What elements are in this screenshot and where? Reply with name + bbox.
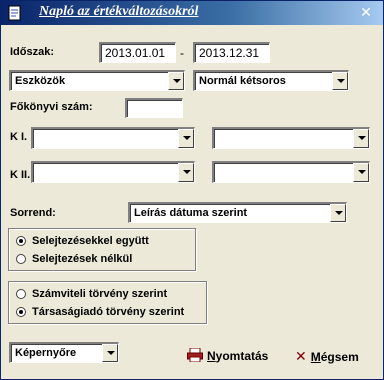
title-bar[interactable]: Napló az értékváltozásokról ✕ xyxy=(1,1,383,25)
chevron-down-icon[interactable] xyxy=(178,129,194,148)
sort-label: Sorrend: xyxy=(10,207,56,219)
print-mnemonic: N xyxy=(207,349,216,363)
period-from-input[interactable]: 2013.01.01 xyxy=(99,42,176,63)
k2-right-select[interactable] xyxy=(212,161,370,183)
disposal-without-label: Selejtezések nélkül xyxy=(32,253,133,266)
accounting-law-radio[interactable]: Számviteli törvény szerint xyxy=(16,288,167,300)
cancel-mnemonic: M xyxy=(310,350,321,364)
period-to-input[interactable]: 2013.12.31 xyxy=(193,42,270,63)
sort-select[interactable]: Leírás dátuma szerint xyxy=(128,202,347,223)
format-value: Normál kétsoros xyxy=(199,75,286,87)
k2-left-select[interactable] xyxy=(31,161,195,183)
disposal-with-label: Selejtezésekkel együtt xyxy=(32,235,149,248)
chevron-down-icon[interactable] xyxy=(330,204,346,222)
print-button[interactable]: Nyomtatás xyxy=(187,347,269,363)
output-select[interactable]: Képernyőre xyxy=(9,342,119,363)
ledger-label: Főkönyvi szám: xyxy=(10,101,93,113)
output-value: Képernyőre xyxy=(15,347,77,359)
disposal-without-radio[interactable]: Selejtezések nélkül xyxy=(16,253,132,265)
radio-checked-icon xyxy=(16,307,26,318)
cancel-button[interactable]: ✕ Mégsem xyxy=(295,348,359,365)
print-label: yomtatás xyxy=(215,349,269,363)
chevron-down-icon[interactable] xyxy=(178,163,194,182)
radio-unchecked-icon xyxy=(16,254,26,265)
sort-value: Leírás dátuma szerint xyxy=(134,207,248,219)
format-select[interactable]: Normál kétsoros xyxy=(193,70,349,91)
radio-checked-icon xyxy=(16,236,26,247)
period-to-value: 2013.12.31 xyxy=(199,46,260,60)
asset-type-select[interactable]: Eszközök xyxy=(9,70,185,91)
period-from-value: 2013.01.01 xyxy=(105,46,166,60)
radio-unchecked-icon xyxy=(16,289,26,300)
ledger-input[interactable] xyxy=(125,98,183,118)
period-label: Időszak: xyxy=(10,46,55,58)
asset-type-value: Eszközök xyxy=(15,75,66,87)
k2-label: K II. xyxy=(10,169,31,181)
accounting-law-label: Számviteli törvény szerint xyxy=(32,288,168,301)
period-separator: - xyxy=(180,46,184,60)
chevron-down-icon[interactable] xyxy=(332,72,348,90)
chevron-down-icon[interactable] xyxy=(168,72,184,90)
app-document-icon xyxy=(8,5,21,21)
dialog-window: Napló az értékváltozásokról ✕ Időszak: 2… xyxy=(0,0,384,380)
law-groupbox: Számviteli törvény szerint Társaságiadó … xyxy=(8,281,207,324)
corporate-tax-law-radio[interactable]: Társaságiadó törvény szerint xyxy=(16,306,184,318)
chevron-down-icon[interactable] xyxy=(353,129,369,148)
cancel-label: égsem xyxy=(320,350,359,364)
window-title: Napló az értékváltozásokról xyxy=(39,4,199,19)
disposal-groupbox: Selejtezésekkel együtt Selejtezések nélk… xyxy=(8,228,196,271)
disposal-with-radio[interactable]: Selejtezésekkel együtt xyxy=(16,235,149,247)
k1-left-select[interactable] xyxy=(31,127,195,149)
close-button[interactable]: ✕ xyxy=(357,3,375,21)
chevron-down-icon[interactable] xyxy=(353,163,369,182)
close-icon: ✕ xyxy=(360,4,372,20)
k1-label: K I. xyxy=(10,131,28,143)
printer-icon xyxy=(187,347,203,363)
chevron-down-icon[interactable] xyxy=(102,344,118,362)
cancel-x-icon: ✕ xyxy=(295,348,307,364)
corporate-tax-law-label: Társaságiadó törvény szerint xyxy=(32,306,185,319)
k1-right-select[interactable] xyxy=(212,127,370,149)
